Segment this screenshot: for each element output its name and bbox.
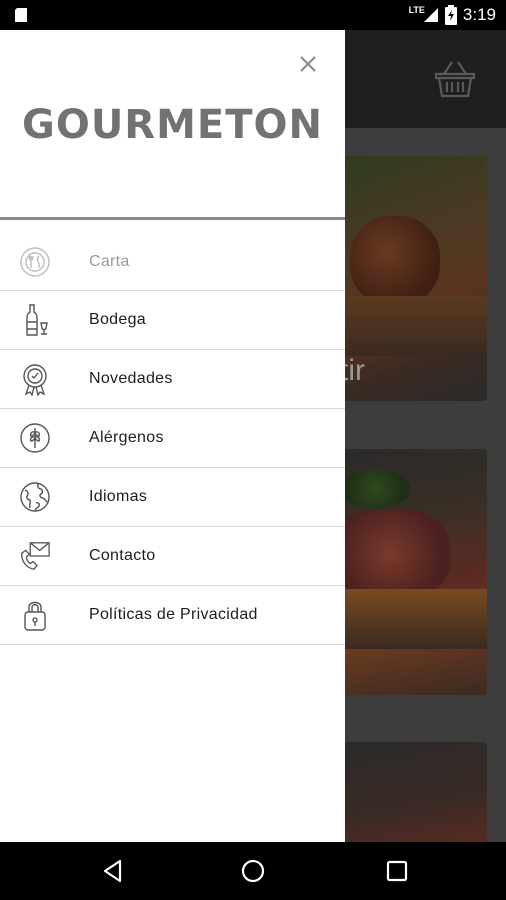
wine-bottle-icon [19, 303, 51, 337]
food-image-base [330, 589, 487, 649]
menu-item-contacto[interactable]: Contacto [0, 527, 345, 586]
clock: 3:19 [462, 5, 496, 24]
screen: LTE 3:19 tir GOURMETON Carta Bodega Nove… [0, 0, 506, 900]
award-badge-icon [19, 362, 51, 396]
food-image [340, 469, 410, 509]
sd-card-icon [15, 8, 27, 22]
menu-item-label: Bodega [89, 311, 146, 328]
mail-phone-icon [19, 539, 51, 573]
wheat-icon [19, 421, 51, 455]
padlock-icon [19, 598, 51, 632]
status-bar: LTE 3:19 [0, 0, 506, 30]
menu-item-idiomas[interactable]: Idiomas [0, 468, 345, 527]
menu-item-label: Contacto [89, 547, 156, 564]
menu-item-novedades[interactable]: Novedades [0, 350, 345, 409]
brand-logo: GOURMETON [0, 102, 345, 148]
menu-item-label: Alérgenos [89, 429, 164, 446]
divider [0, 217, 345, 220]
drawer-menu: Carta Bodega Novedades Alérgenos Idiomas… [0, 233, 345, 645]
menu-item-alergenos[interactable]: Alérgenos [0, 409, 345, 468]
food-image-plate [330, 296, 487, 356]
menu-item-bodega[interactable]: Bodega [0, 291, 345, 350]
menu-item-label: Políticas de Privacidad [89, 606, 258, 623]
signal-icon [423, 8, 438, 22]
back-icon[interactable] [100, 858, 126, 884]
category-card[interactable] [330, 449, 487, 695]
status-icons: LTE 3:19 [409, 0, 496, 30]
navigation-drawer: GOURMETON Carta Bodega Novedades Alérgen… [0, 30, 345, 842]
food-image-fish [330, 509, 450, 599]
cutlery-icon [19, 245, 51, 279]
category-card[interactable]: tir [330, 156, 487, 401]
close-icon[interactable] [296, 52, 320, 76]
menu-item-label: Novedades [89, 370, 173, 387]
recent-apps-icon[interactable] [384, 858, 410, 884]
system-nav-bar [0, 842, 506, 900]
food-image [350, 216, 440, 306]
basket-icon[interactable] [432, 58, 478, 100]
menu-item-label: Carta [89, 252, 130, 270]
menu-item-label: Idiomas [89, 488, 148, 505]
menu-item-privacidad[interactable]: Políticas de Privacidad [0, 586, 345, 645]
battery-icon [444, 5, 457, 25]
brand-logo-text: GOURMETON [21, 102, 323, 148]
globe-icon [19, 480, 51, 514]
menu-item-carta[interactable]: Carta [0, 233, 345, 291]
home-icon[interactable] [240, 858, 266, 884]
network-type: LTE [408, 5, 425, 15]
